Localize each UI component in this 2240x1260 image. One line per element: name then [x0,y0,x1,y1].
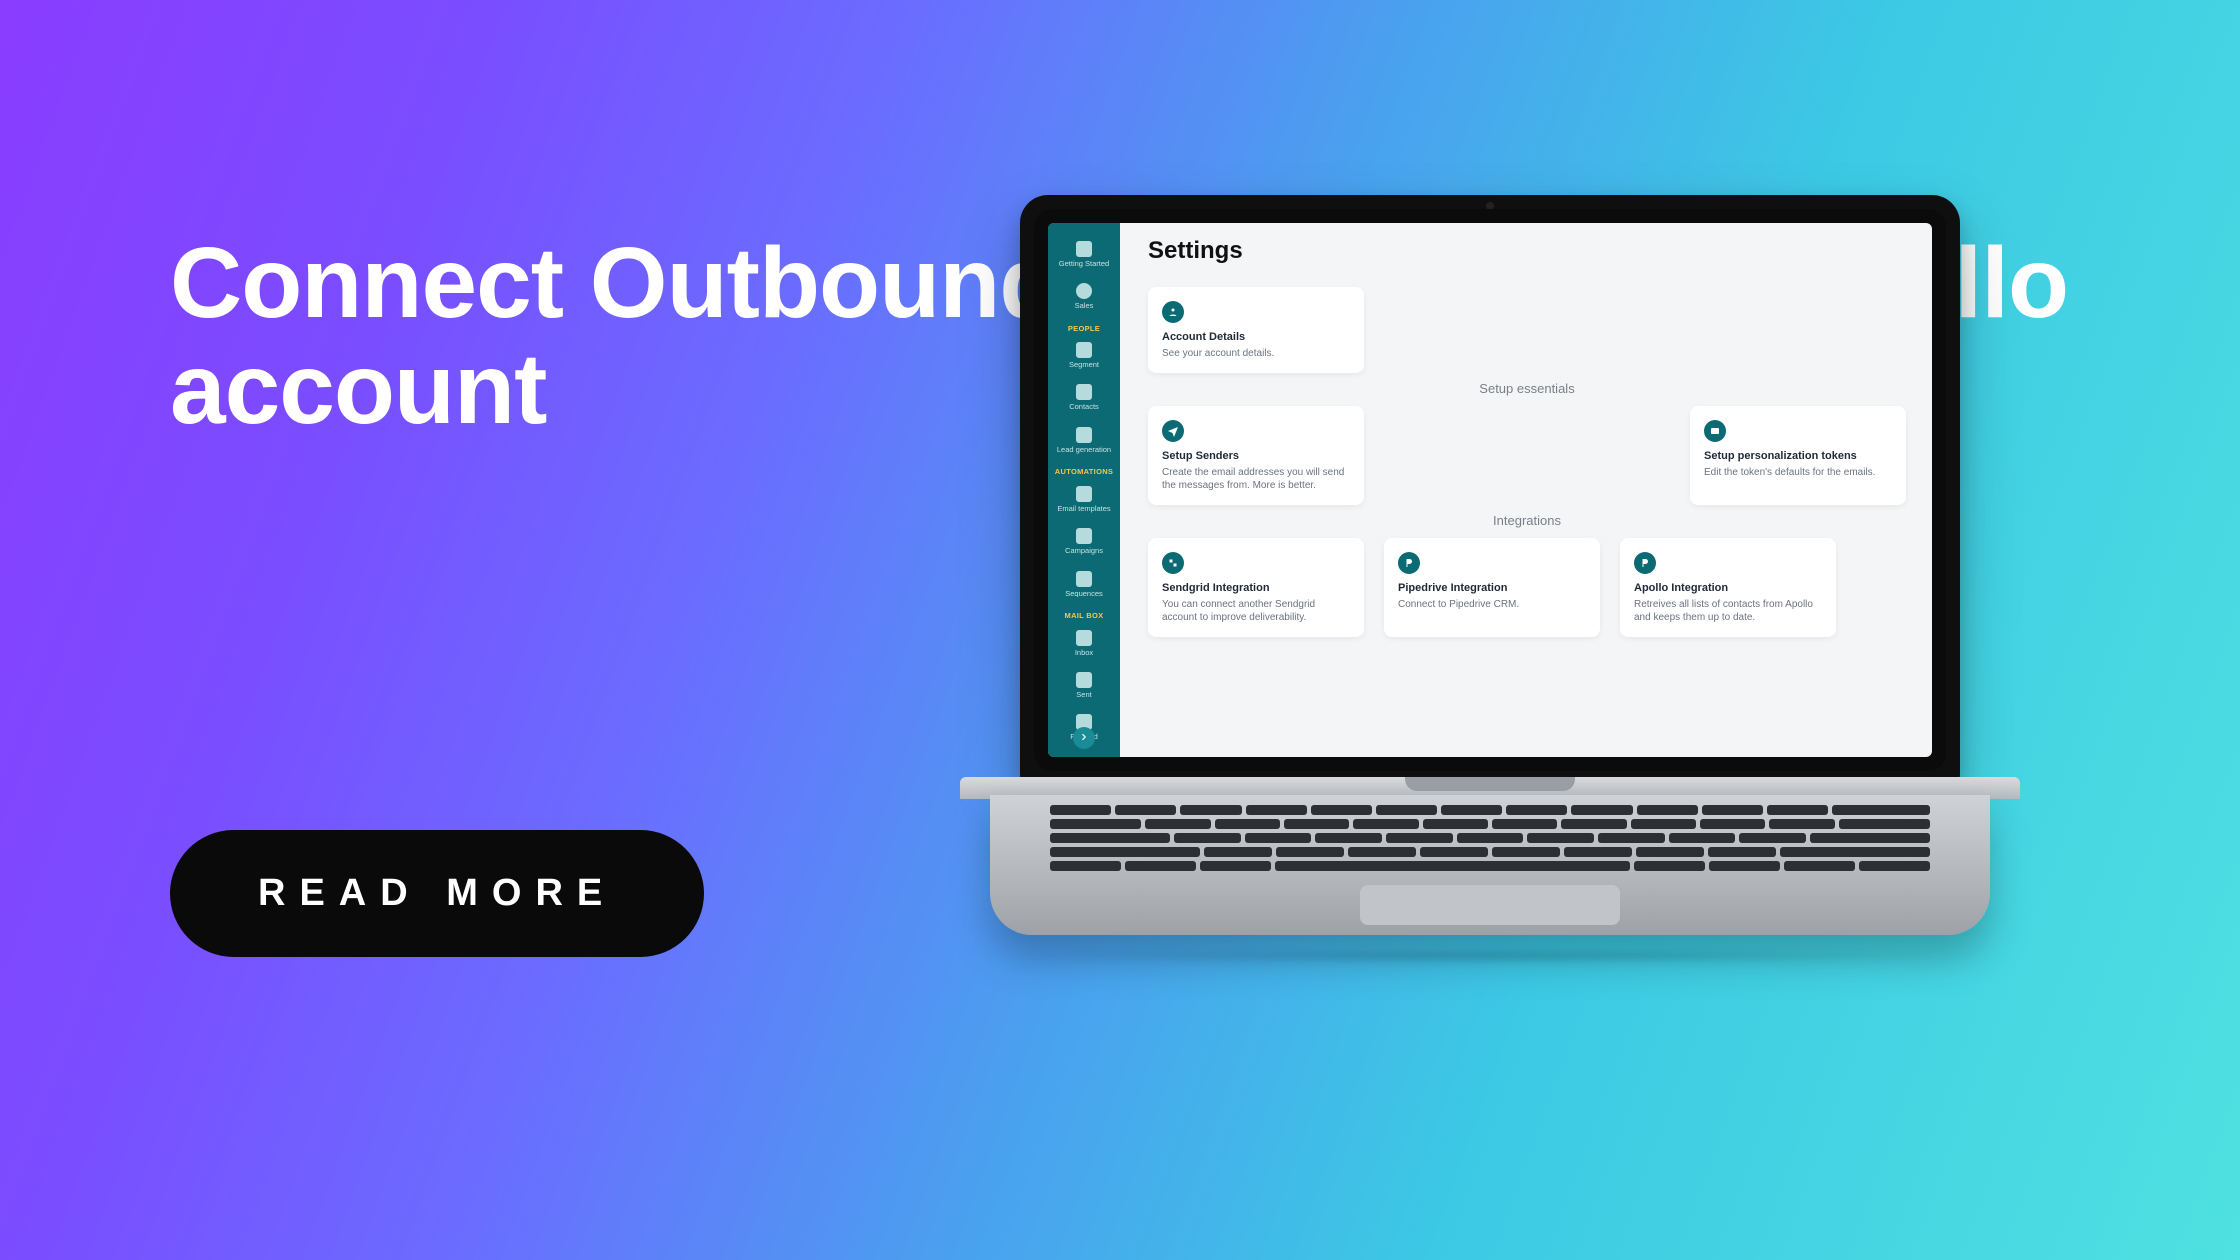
chart-icon [1076,283,1092,299]
cards: Account Details See your account details… [1148,287,1906,373]
page-title: Settings [1148,237,1906,265]
sidebar-item-label: Sequences [1065,590,1103,598]
cards: Sendgrid Integration You can connect ano… [1148,538,1906,637]
card-desc: Create the email addresses you will send… [1162,466,1350,493]
keyboard [1050,805,1930,875]
chevron-right-icon [1079,729,1089,747]
section-setup-essentials: Setup essentials Setup Senders Create th… [1148,377,1906,505]
card-apollo[interactable]: Apollo Integration Retreives all lists o… [1620,538,1836,637]
sidebar-section-mailbox: MAIL BOX [1048,611,1120,620]
sidebar-item-inbox[interactable]: Inbox [1048,622,1120,664]
card-desc: Edit the token's defaults for the emails… [1704,466,1892,480]
token-icon [1704,420,1726,442]
sidebar-section-people: PEOPLE [1048,324,1120,333]
card-title: Sendgrid Integration [1162,582,1350,594]
card-setup-senders[interactable]: Setup Senders Create the email addresses… [1148,406,1364,505]
read-more-label: READ MORE [258,872,616,914]
user-icon [1162,301,1184,323]
sidebar-item-label: Campaigns [1065,547,1103,555]
sidebar-item-segment[interactable]: Segment [1048,335,1120,377]
segment-icon [1076,342,1092,358]
sidebar-item-label: Segment [1069,361,1099,369]
section-account: Account Details See your account details… [1148,287,1906,373]
card-desc: See your account details. [1162,347,1350,361]
card-desc: Retreives all lists of contacts from Apo… [1634,598,1822,625]
sidebar-item-sales[interactable]: Sales [1048,275,1120,317]
sidebar-item-sent[interactable]: Sent [1048,664,1120,706]
laptop-bezel: Getting Started Sales PEOPLE Segment [1034,209,1946,771]
sidebar-item-sequences[interactable]: Sequences [1048,563,1120,605]
sidebar-item-label: Contacts [1069,403,1099,411]
laptop-mockup: Getting Started Sales PEOPLE Segment [960,195,2020,955]
sidebar-item-label: Sales [1075,302,1094,310]
sidebar-item-label: Inbox [1075,649,1093,657]
card-title: Setup Senders [1162,450,1350,462]
card-desc: You can connect another Sendgrid account… [1162,598,1350,625]
sidebar-item-label: Email templates [1057,505,1110,513]
inbox-icon [1076,630,1092,646]
card-title: Apollo Integration [1634,582,1822,594]
trackpad [1360,885,1620,925]
sequences-icon [1076,571,1092,587]
sidebar-item-lead-generation[interactable]: Lead generation [1048,419,1120,461]
sidebar-item-email-templates[interactable]: Email templates [1048,478,1120,520]
sidebar-item-getting-started[interactable]: Getting Started [1048,233,1120,275]
contacts-icon [1076,384,1092,400]
sidebar-item-label: Sent [1076,691,1091,699]
card-title: Pipedrive Integration [1398,582,1586,594]
sidebar-toggle-button[interactable] [1073,727,1095,749]
card-personalization-tokens[interactable]: Setup personalization tokens Edit the to… [1690,406,1906,505]
card-account-details[interactable]: Account Details See your account details… [1148,287,1364,373]
sidebar-item-label: Getting Started [1059,260,1109,268]
sidebar-item-label: Lead generation [1057,446,1111,454]
card-pipedrive[interactable]: Pipedrive Integration Connect to Pipedri… [1384,538,1600,637]
laptop-lid: Getting Started Sales PEOPLE Segment [1020,195,1960,785]
card-desc: Connect to Pipedrive CRM. [1398,598,1586,612]
laptop-shadow [1000,951,1980,961]
card-title: Account Details [1162,331,1350,343]
section-title: Setup essentials [1148,381,1906,396]
sidebar: Getting Started Sales PEOPLE Segment [1048,223,1120,757]
template-icon [1076,486,1092,502]
sidebar-section-automations: AUTOMATIONS [1048,467,1120,476]
read-more-button[interactable]: READ MORE [170,830,704,957]
laptop-keyboard-deck [990,795,1990,935]
senders-icon [1162,420,1184,442]
app-screen: Getting Started Sales PEOPLE Segment [1048,223,1932,757]
promo-canvas: Connect Outbound Rocks to your Apollo ac… [0,0,2240,1260]
section-title: Integrations [1148,513,1906,528]
main: Settings Account Details See your accoun… [1120,223,1932,757]
section-integrations: Integrations Sendgrid Integration You ca… [1148,509,1906,637]
campaigns-icon [1076,528,1092,544]
sidebar-item-campaigns[interactable]: Campaigns [1048,521,1120,563]
pipedrive-icon [1398,552,1420,574]
sent-icon [1076,672,1092,688]
apollo-icon [1634,552,1656,574]
layout-icon [1076,241,1092,257]
leadgen-icon [1076,427,1092,443]
card-sendgrid[interactable]: Sendgrid Integration You can connect ano… [1148,538,1364,637]
card-title: Setup personalization tokens [1704,450,1892,462]
sendgrid-icon [1162,552,1184,574]
sidebar-item-contacts[interactable]: Contacts [1048,377,1120,419]
cards: Setup Senders Create the email addresses… [1148,406,1906,505]
